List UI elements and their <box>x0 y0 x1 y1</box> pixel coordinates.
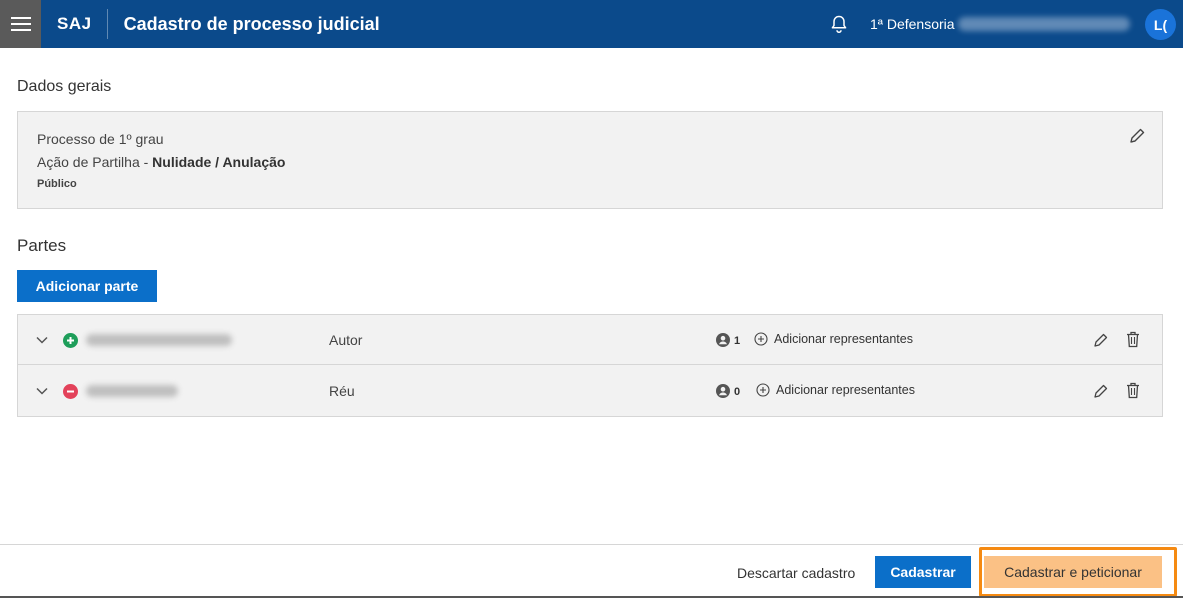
menu-line <box>10 17 31 19</box>
user-circle-icon <box>716 384 730 398</box>
chevron-down-icon[interactable] <box>35 384 49 398</box>
save-and-petition-button[interactable]: Cadastrar e peticionar <box>984 556 1162 588</box>
footer-action-bar: Descartar cadastro Cadastrar Cadastrar e… <box>0 544 1183 598</box>
trash-icon[interactable] <box>1126 382 1140 399</box>
page-title: Cadastro de processo judicial <box>123 13 380 34</box>
party-row: Autor 1 Adicionar representantes <box>18 315 1162 365</box>
discard-button[interactable]: Descartar cadastro <box>737 565 855 581</box>
plus-circle-outline-icon <box>756 383 770 397</box>
party-name-redacted <box>86 385 178 397</box>
add-representatives-link[interactable]: Adicionar representantes <box>754 332 913 346</box>
plus-circle-outline-icon <box>754 332 768 346</box>
action-class: Ação de Partilha - <box>37 154 153 170</box>
add-representatives-link[interactable]: Adicionar representantes <box>756 383 915 397</box>
header-divider <box>106 9 108 39</box>
hamburger-menu-button[interactable] <box>0 0 41 48</box>
menu-line <box>10 23 31 25</box>
minus-circle-icon <box>63 384 78 399</box>
bell-icon[interactable] <box>829 14 849 34</box>
general-data-card: Processo de 1º grau Ação de Partilha - N… <box>17 111 1163 209</box>
add-representatives-label: Adicionar representantes <box>774 332 913 346</box>
menu-line <box>10 29 31 31</box>
user-name-redacted <box>958 17 1130 31</box>
party-role: Réu <box>329 383 355 399</box>
plus-circle-icon <box>63 333 78 348</box>
representatives-count: 1 <box>734 335 741 347</box>
add-party-button[interactable]: Adicionar parte <box>17 270 157 302</box>
party-name-redacted <box>86 334 232 346</box>
parties-heading: Partes <box>17 236 67 255</box>
trash-icon[interactable] <box>1126 331 1140 348</box>
user-avatar[interactable]: L( <box>1145 9 1176 40</box>
representatives-count: 0 <box>734 386 741 398</box>
party-row: Réu 0 Adicionar representantes <box>18 366 1162 416</box>
parties-list: Autor 1 Adicionar representantes Réu 0 A… <box>17 314 1163 417</box>
app-logo-text[interactable]: SAJ <box>57 14 92 34</box>
add-representatives-label: Adicionar representantes <box>776 383 915 397</box>
party-role: Autor <box>329 332 363 348</box>
pencil-icon[interactable] <box>1093 383 1109 399</box>
pencil-icon[interactable] <box>1128 127 1146 145</box>
general-data-heading: Dados gerais <box>17 78 112 95</box>
save-button[interactable]: Cadastrar <box>875 556 971 588</box>
chevron-down-icon[interactable] <box>35 333 49 347</box>
user-circle-icon <box>716 333 730 347</box>
process-instance: Processo de 1º grau <box>37 131 164 147</box>
visibility-label: Público <box>37 178 77 190</box>
unit-selector[interactable]: 1ª Defensoria <box>870 16 955 32</box>
process-action: Ação de Partilha - Nulidade / Anulação <box>37 154 285 170</box>
action-subject: Nulidade / Anulação <box>152 154 286 170</box>
pencil-icon[interactable] <box>1093 332 1109 348</box>
